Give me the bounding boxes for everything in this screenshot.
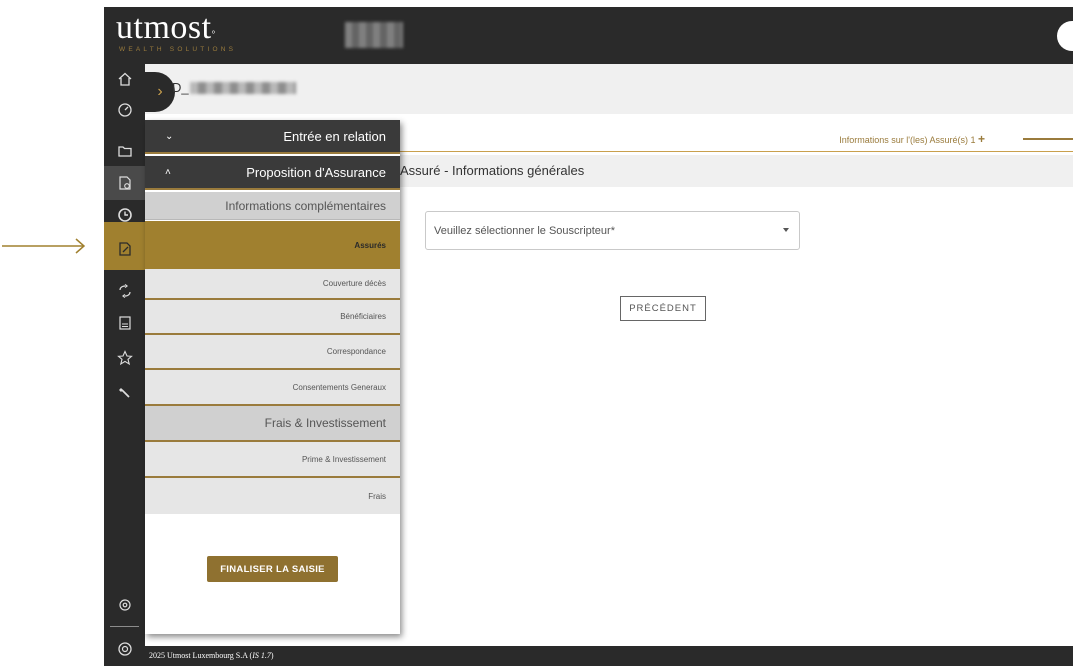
menu-beneficiaires[interactable]: Bénéficiaires	[145, 300, 400, 335]
edit-document-icon[interactable]	[104, 236, 145, 262]
home-icon[interactable]	[104, 64, 145, 94]
tab-assures-info[interactable]: Informations sur l'(les) Assuré(s) 1 +	[839, 132, 985, 146]
account-icon[interactable]	[104, 634, 145, 664]
tool-icon[interactable]	[104, 378, 145, 408]
process-nav-panel: ⌄ Entrée en relation ˄ Proposition d'Ass…	[145, 120, 400, 634]
menu-frais-investissement[interactable]: Frais & Investissement	[145, 406, 400, 442]
clock-arrow-icon[interactable]	[104, 202, 145, 228]
transfer-icon[interactable]	[104, 276, 145, 306]
souscripteur-select[interactable]: Veuillez sélectionner le Souscripteur*	[425, 211, 800, 250]
calculator-doc-icon[interactable]	[104, 308, 145, 338]
add-assure-icon[interactable]: +	[978, 132, 985, 146]
section-title: Assuré - Informations générales	[398, 155, 1073, 187]
redacted-dossier-id	[190, 82, 296, 94]
footer: 2025 Utmost Luxembourg S.A (IS 1.7)	[145, 646, 1073, 666]
chevron-up-icon: ˄	[165, 166, 171, 178]
menu-assures[interactable]: Assurés	[145, 221, 400, 269]
redacted-user-info	[345, 22, 403, 48]
tab-indicator	[1023, 138, 1073, 140]
folder-icon[interactable]	[104, 136, 145, 166]
chevron-down-icon: ⌄	[165, 130, 174, 142]
user-avatar[interactable]	[1057, 21, 1073, 51]
breadcrumb: D_	[172, 80, 189, 95]
arrow-pointer-icon	[2, 238, 86, 254]
app-screen: utmost° WEALTH SOLUTIONS › D_ Informatio…	[0, 0, 1073, 666]
document-gear-icon[interactable]	[104, 168, 145, 198]
dashboard-icon[interactable]	[104, 98, 145, 122]
menu-correspondance[interactable]: Correspondance	[145, 335, 400, 370]
menu-informations-complementaires[interactable]: Informations complémentaires	[145, 192, 400, 220]
menu-proposition-assurance[interactable]: ˄ Proposition d'Assurance	[145, 156, 400, 190]
menu-frais[interactable]: Frais	[145, 478, 400, 514]
caret-down-icon	[783, 228, 789, 232]
souscripteur-select-placeholder: Veuillez sélectionner le Souscripteur*	[434, 225, 615, 237]
tabs-bar: Informations sur l'(les) Assuré(s) 1 +	[398, 124, 1073, 152]
menu-consentements-generaux[interactable]: Consentements Generaux	[145, 370, 400, 406]
logo[interactable]: utmost°	[116, 11, 216, 45]
top-bar: utmost° WEALTH SOLUTIONS	[104, 7, 1073, 64]
logo-subtitle: WEALTH SOLUTIONS	[119, 46, 237, 53]
star-icon[interactable]	[104, 343, 145, 373]
finalize-button[interactable]: FINALISER LA SAISIE	[207, 556, 338, 582]
menu-entree-relation[interactable]: ⌄ Entrée en relation	[145, 120, 400, 154]
previous-button[interactable]: PRÉCÉDENT	[620, 296, 706, 321]
chevron-right-icon: ›	[157, 83, 163, 100]
rail-divider	[110, 626, 139, 627]
menu-couverture-deces[interactable]: Couverture décès	[145, 269, 400, 300]
menu-prime-investissement[interactable]: Prime & Investissement	[145, 442, 400, 478]
settings-icon[interactable]	[104, 590, 145, 620]
